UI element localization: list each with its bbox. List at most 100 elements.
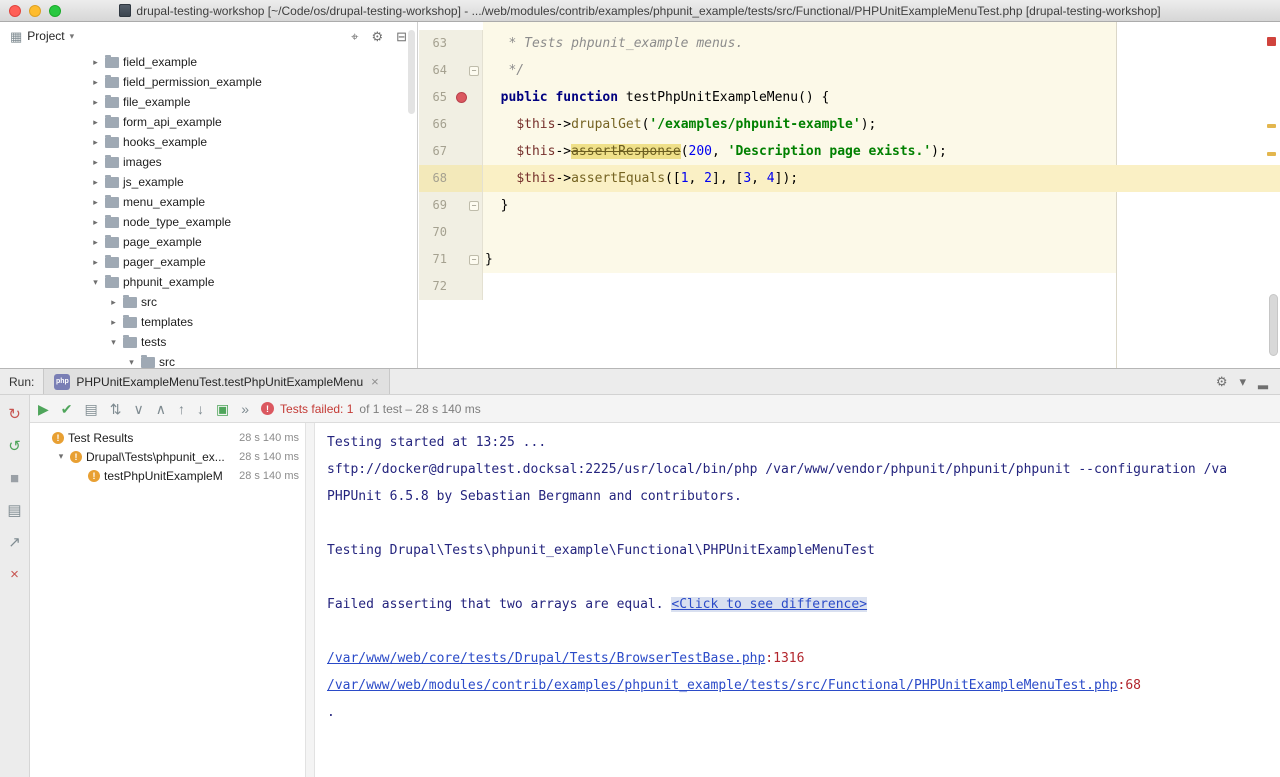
test-result-row[interactable]: ▾!Drupal\Tests\phpunit_ex...28 s 140 ms [30,447,305,466]
expand-all-icon[interactable]: ∨ [133,402,143,416]
warning-stripe-mark[interactable] [1267,124,1276,128]
close-window-button[interactable] [9,5,21,17]
tree-item-page_example[interactable]: ▸page_example [0,232,416,252]
gutter-line-63[interactable]: 63 [419,30,483,57]
run-tab[interactable]: php PHPUnitExampleMenuTest.testPhpUnitEx… [43,369,389,394]
chevron-right-icon[interactable]: ▸ [90,157,101,168]
collapse-all-icon[interactable]: ⊟ [396,30,407,43]
tree-item-images[interactable]: ▸images [0,152,416,172]
gutter-line-69[interactable]: 69 − [419,192,483,219]
pin-tab-icon[interactable]: ↗ [8,535,21,550]
chevron-down-icon[interactable]: ▾ [70,31,75,42]
chevron-right-icon[interactable]: ▸ [108,317,119,328]
tree-item-src[interactable]: ▾src [0,352,416,368]
tree-item-file_example[interactable]: ▸file_example [0,92,416,112]
fold-marker-icon[interactable]: − [469,66,479,76]
gutter-line-66[interactable]: 66 [419,111,483,138]
results-scrollbar[interactable] [305,423,315,777]
code-line[interactable]: $this->assertEquals([1, 2], [3, 4]); [483,165,1280,192]
chevron-right-icon[interactable]: ▸ [90,117,101,128]
locate-file-icon[interactable]: ⌖ [351,30,358,43]
tree-item-js_example[interactable]: ▸js_example [0,172,416,192]
code-line[interactable]: */ [483,57,1280,84]
line-number[interactable]: 67 [425,138,447,165]
rerun-failed-tests-icon[interactable]: ↻ [8,407,21,422]
fold-marker-icon[interactable]: − [469,201,479,211]
tree-item-hooks_example[interactable]: ▸hooks_example [0,132,416,152]
tree-item-node_type_example[interactable]: ▸node_type_example [0,212,416,232]
chevron-down-icon[interactable]: ▾ [108,337,119,348]
line-number[interactable]: 64 [425,57,447,84]
code-line[interactable]: * Tests phpunit_example menus. [483,30,1280,57]
tree-item-field_permission_example[interactable]: ▸field_permission_example [0,72,416,92]
code-line[interactable] [483,273,1280,300]
sort-by-duration-icon[interactable]: ⇅ [110,402,122,416]
zoom-window-button[interactable] [49,5,61,17]
tree-item-pager_example[interactable]: ▸pager_example [0,252,416,272]
chevron-right-icon[interactable]: ▸ [90,197,101,208]
code-line[interactable] [483,219,1280,246]
gutter-line-64[interactable]: 64 − [419,57,483,84]
chevron-down-icon[interactable]: ▾ [126,357,137,368]
chevron-right-icon[interactable]: ▸ [90,97,101,108]
failed-test-gutter-icon[interactable] [456,92,467,103]
chevron-right-icon[interactable]: ▸ [90,237,101,248]
rerun-tests-icon[interactable]: ▶ [38,402,49,416]
more-options-icon[interactable]: » [241,402,249,416]
tree-item-templates[interactable]: ▸templates [0,312,416,332]
chevron-down-icon[interactable]: ▾ [90,277,101,288]
code-line[interactable]: $this->assertResponse(200, 'Description … [483,138,1280,165]
show-ignored-icon[interactable]: ▤ [85,402,98,416]
close-icon[interactable]: × [10,567,19,582]
line-number[interactable]: 69 [425,192,447,219]
chevron-right-icon[interactable]: ▸ [90,217,101,228]
project-panel-title[interactable]: Project [27,29,64,43]
tree-item-phpunit_example[interactable]: ▾phpunit_example [0,272,416,292]
tree-item-form_api_example[interactable]: ▸form_api_example [0,112,416,132]
show-passed-icon[interactable]: ✔ [61,402,73,416]
test-result-row[interactable]: !testPhpUnitExampleM28 s 140 ms [30,466,305,485]
line-number[interactable]: 68 [425,165,447,192]
gutter-line-68[interactable]: 68 [419,165,483,192]
minimize-window-button[interactable] [29,5,41,17]
test-result-row[interactable]: !Test Results28 s 140 ms [30,428,305,447]
line-number[interactable]: 70 [425,219,447,246]
gutter-line-67[interactable]: 67 [419,138,483,165]
code-line[interactable]: } [483,192,1280,219]
see-difference-link[interactable]: <Click to see difference> [671,597,867,612]
line-number[interactable]: 71 [425,246,447,273]
tree-item-tests[interactable]: ▾tests [0,332,416,352]
project-pane-icon[interactable]: ▦ [10,30,22,43]
close-tab-icon[interactable]: × [371,374,379,389]
code-line[interactable]: $this->drupalGet('/examples/phpunit-exam… [483,111,1280,138]
settings-gear-icon[interactable]: ⚙ [371,30,383,43]
tree-item-src[interactable]: ▸src [0,292,416,312]
previous-failed-test-icon[interactable]: ↑ [178,402,185,416]
stacktrace-link[interactable]: /var/www/web/core/tests/Drupal/Tests/Bro… [327,651,765,666]
stacktrace-link[interactable]: /var/www/web/modules/contrib/examples/ph… [327,678,1118,693]
fold-marker-icon[interactable]: − [469,255,479,265]
chevron-right-icon[interactable]: ▸ [90,177,101,188]
gutter-line-72[interactable]: 72 [419,273,483,300]
line-number[interactable]: 63 [425,30,447,57]
line-number[interactable]: 65 [425,84,447,111]
next-failed-test-icon[interactable]: ↓ [197,402,204,416]
line-number[interactable]: 72 [425,273,447,300]
code-line[interactable]: public function testPhpUnitExampleMenu()… [483,84,1280,111]
settings-gear-icon[interactable]: ⚙ [1216,375,1228,388]
stop-icon[interactable]: ■ [10,471,19,486]
rerun-icon[interactable]: ↺ [8,439,21,454]
tree-item-menu_example[interactable]: ▸menu_example [0,192,416,212]
gutter-line-70[interactable]: 70 [419,219,483,246]
gutter-line-65[interactable]: 65 [419,84,483,111]
line-number[interactable]: 66 [425,111,447,138]
restore-layout-icon[interactable]: ▤ [7,503,21,518]
chevron-right-icon[interactable]: ▸ [90,257,101,268]
chevron-down-icon[interactable]: ▾ [1239,375,1246,388]
import-test-results-icon[interactable]: ▣ [216,402,229,416]
editor-scrollbar[interactable] [1269,294,1278,356]
collapse-all-icon[interactable]: ∧ [156,402,166,416]
chevron-down-icon[interactable]: ▾ [56,451,66,462]
gutter-line-71[interactable]: 71 − [419,246,483,273]
chevron-right-icon[interactable]: ▸ [108,297,119,308]
